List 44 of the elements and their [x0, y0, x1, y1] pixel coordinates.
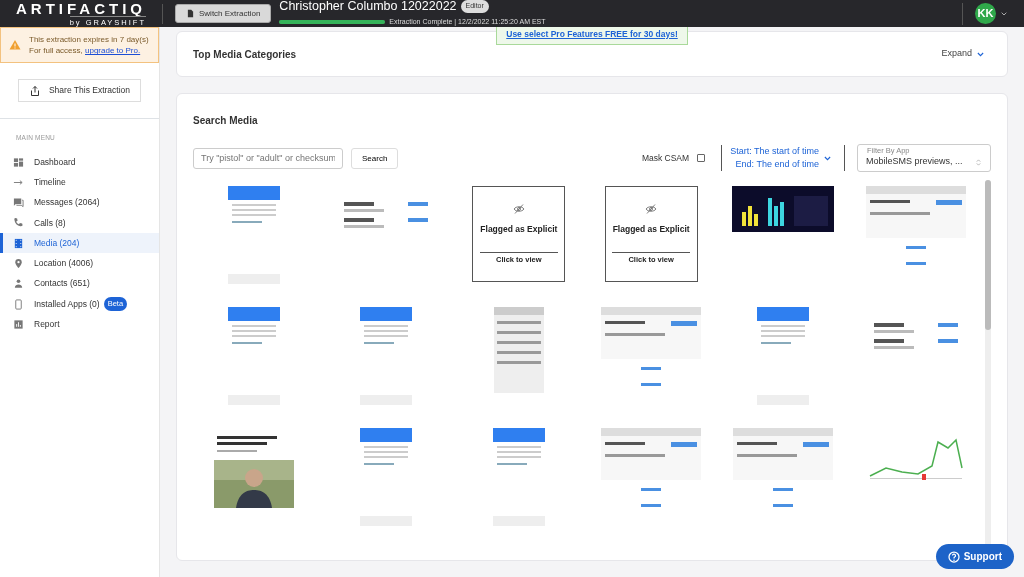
extraction-title: Christopher Columbo 12022022	[279, 0, 457, 13]
menu-item[interactable]: Calls (8)	[0, 212, 159, 234]
upgrade-link[interactable]: upgrade to Pro.	[85, 46, 141, 56]
location-pin-icon	[13, 258, 24, 269]
help-icon	[947, 550, 960, 563]
card-title: Top Media Categories	[193, 47, 297, 62]
chat-icon	[13, 197, 24, 209]
mobile-icon	[13, 298, 24, 310]
flag-title: Flagged as Explicit	[612, 223, 690, 236]
dashboard-icon	[13, 156, 24, 168]
promo-link[interactable]: Use select Pro Features FREE for 30 days!	[496, 27, 688, 45]
menu-item[interactable]: Dashboard	[0, 151, 159, 173]
menu-item[interactable]: Report	[0, 314, 159, 335]
mask-checkbox[interactable]	[697, 154, 706, 162]
sort-arrows-icon	[975, 157, 982, 167]
upgrade-text: For full access, upgrade to Pro.	[29, 45, 142, 57]
bar-chart-icon	[13, 318, 24, 330]
menu-item[interactable]: Messages (2064)	[0, 192, 159, 213]
share-button[interactable]: Share This Extraction	[17, 79, 142, 103]
date-start-link[interactable]: Start: The start of time	[730, 144, 819, 158]
phone-icon	[13, 217, 24, 229]
search-button[interactable]: Search	[351, 147, 399, 169]
eye-slash-icon	[644, 203, 659, 215]
share-icon	[28, 84, 41, 97]
flag-title: Flagged as Explicit	[480, 223, 558, 236]
menu-item[interactable]: Location (4006)	[0, 253, 159, 274]
document-icon	[186, 9, 195, 18]
logo: ARTIFACTIQ	[16, 0, 146, 16]
mask-label: Mask CSAM	[641, 151, 690, 165]
menu-item[interactable]: Timeline	[0, 172, 159, 193]
menu-item[interactable]: Contacts (651)	[0, 273, 159, 294]
expand-button[interactable]: Expand	[935, 46, 991, 62]
person-icon	[13, 278, 24, 290]
film-icon	[13, 237, 24, 249]
filter-value: MobileSMS previews, ...	[866, 155, 964, 169]
menu-item[interactable]: Media (204)	[0, 233, 159, 254]
search-field[interactable]: Try "pistol" or "adult" or checksum	[193, 147, 343, 169]
card-title: Search Media	[193, 114, 259, 128]
support-button[interactable]: Support	[935, 544, 1014, 569]
switch-extraction-button[interactable]: Switch Extraction	[175, 4, 272, 23]
warning-icon	[9, 39, 21, 52]
date-end-link[interactable]: End: The end of time	[730, 158, 819, 172]
warning-text: This extraction expires in 7 day(s)	[29, 34, 149, 46]
eye-slash-icon	[511, 203, 526, 215]
